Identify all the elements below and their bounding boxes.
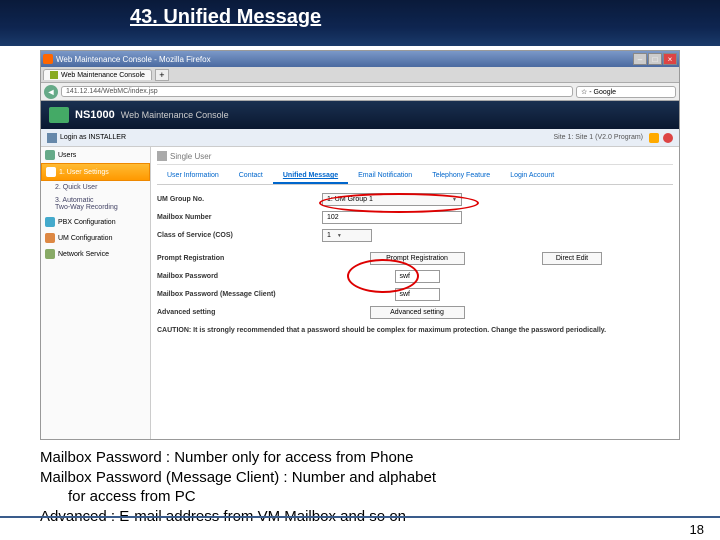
address-bar-row: ◄ 141.12.144/WebMC/index.jsp ☆ - Google — [41, 83, 679, 101]
tab-login-account[interactable]: Login Account — [500, 169, 564, 184]
sidebar-item-auto-recording[interactable]: 3. Automatic Two-Way Recording — [41, 194, 150, 214]
tab-email-notification[interactable]: Email Notification — [348, 169, 422, 184]
login-bar: Login as INSTALLER Site 1: Site 1 (V2.0 … — [41, 129, 679, 147]
maximize-button[interactable]: □ — [648, 53, 662, 65]
advanced-button[interactable]: Advanced setting — [370, 306, 465, 319]
product-logo-icon — [49, 107, 69, 123]
folder-icon — [46, 167, 56, 177]
notification-icon[interactable] — [649, 133, 659, 143]
product-name: NS1000 — [75, 109, 115, 121]
sidebar-item-pbx[interactable]: PBX Configuration — [41, 214, 150, 230]
nav-back-button[interactable]: ◄ — [44, 85, 58, 99]
product-subtitle: Web Maintenance Console — [121, 110, 229, 120]
new-tab-button[interactable]: + — [155, 69, 169, 81]
screenshot-container: Web Maintenance Console - Mozilla Firefo… — [40, 50, 680, 440]
footer-rule — [0, 516, 720, 518]
firefox-titlebar: Web Maintenance Console - Mozilla Firefo… — [41, 51, 679, 67]
breadcrumb-icon — [157, 151, 167, 161]
footer-notes: Mailbox Password : Number only for acces… — [0, 448, 720, 526]
browser-tab[interactable]: Web Maintenance Console — [43, 69, 152, 80]
content-pane: Single User User Information Contact Uni… — [151, 147, 679, 440]
tab-unified-message[interactable]: Unified Message — [273, 169, 348, 184]
tab-user-info[interactable]: User Information — [157, 169, 229, 184]
um-group-label: UM Group No. — [157, 196, 322, 203]
site-info: Site 1: Site 1 (V2.0 Program) — [554, 134, 643, 141]
login-user-label: Login as INSTALLER — [60, 134, 126, 141]
tab-strip: Web Maintenance Console + — [41, 67, 679, 83]
address-input[interactable]: 141.12.144/WebMC/index.jsp — [61, 86, 573, 97]
tabs: User Information Contact Unified Message… — [157, 169, 673, 185]
sidebar-item-users[interactable]: Users — [41, 147, 150, 163]
window-title: Web Maintenance Console - Mozilla Firefo… — [56, 55, 633, 64]
browser-tab-title: Web Maintenance Console — [61, 72, 145, 79]
pbx-icon — [45, 217, 55, 227]
form: UM Group No. 1: UM Group 1 Mailbox Numbe… — [157, 193, 673, 334]
firefox-icon — [43, 54, 53, 64]
favicon-icon — [50, 71, 58, 79]
sidebar-item-network[interactable]: Network Service — [41, 246, 150, 262]
sidebar: Users 1. User Settings 2. Quick User 3. … — [41, 147, 151, 440]
note-line-1: Mailbox Password : Number only for acces… — [40, 448, 680, 468]
tab-contact[interactable]: Contact — [229, 169, 273, 184]
mailbox-pwd-label: Mailbox Password — [157, 273, 322, 280]
close-button[interactable]: × — [663, 53, 677, 65]
network-icon — [45, 249, 55, 259]
sidebar-item-quick-user[interactable]: 2. Quick User — [41, 181, 150, 194]
search-input[interactable]: ☆ - Google — [576, 86, 676, 98]
advanced-label: Advanced setting — [157, 309, 322, 316]
cos-select[interactable]: 1 — [322, 229, 372, 242]
note-line-2: Mailbox Password (Message Client) : Numb… — [40, 468, 680, 488]
highlight-circle-1 — [319, 193, 479, 213]
mailbox-pwd-client-label: Mailbox Password (Message Client) — [157, 291, 322, 298]
sidebar-item-user-settings[interactable]: 1. User Settings — [41, 163, 150, 181]
prompt-reg-label: Prompt Registration — [157, 255, 322, 262]
tab-telephony[interactable]: Telephony Feature — [422, 169, 500, 184]
cos-label: Class of Service (COS) — [157, 232, 322, 239]
page-number: 18 — [690, 522, 704, 537]
highlight-circle-2 — [347, 259, 419, 293]
caution-text: CAUTION: It is strongly recommended that… — [157, 327, 673, 334]
minimize-button[interactable]: – — [633, 53, 647, 65]
wmc-header: NS1000 Web Maintenance Console — [41, 101, 679, 129]
users-icon — [45, 150, 55, 160]
breadcrumb: Single User — [157, 151, 673, 165]
um-icon — [45, 233, 55, 243]
direct-edit-button[interactable]: Direct Edit — [542, 252, 602, 265]
mailbox-no-label: Mailbox Number — [157, 214, 322, 221]
user-icon — [47, 133, 57, 143]
slide-title: 43. Unified Message — [0, 0, 720, 46]
alert-icon[interactable] — [663, 133, 673, 143]
sidebar-item-um[interactable]: UM Configuration — [41, 230, 150, 246]
note-line-3: for access from PC — [40, 487, 680, 507]
